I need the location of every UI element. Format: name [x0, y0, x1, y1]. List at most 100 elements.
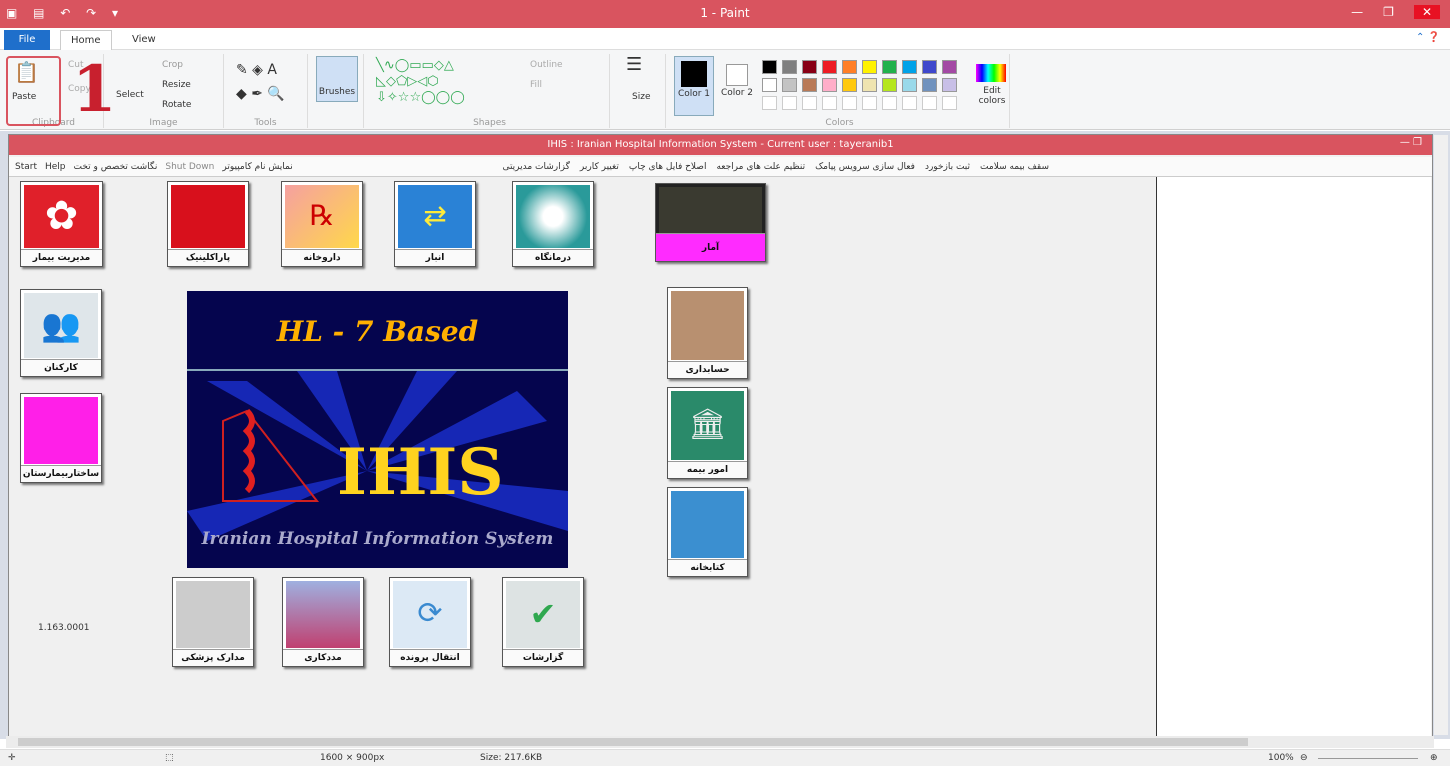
color-swatch[interactable]	[882, 78, 897, 92]
size-lines-icon[interactable]: ☰	[626, 56, 642, 74]
fill-button[interactable]: Fill	[530, 80, 542, 90]
menu-bed-mapping[interactable]: نگاشت تخصص و تخت	[74, 157, 158, 177]
empty-swatch[interactable]	[762, 96, 777, 110]
empty-swatch[interactable]	[842, 96, 857, 110]
help-icon[interactable]: ⌃ ❓	[1416, 32, 1440, 43]
tile-clinic[interactable]: درمانگاه	[512, 181, 594, 267]
empty-swatch[interactable]	[782, 96, 797, 110]
color-swatch[interactable]	[782, 78, 797, 92]
menu-change-user[interactable]: تغییر کاربر	[580, 157, 619, 177]
size-group: ☰ Size	[616, 54, 666, 128]
menu-sms[interactable]: فعال سازی سرویس پیامک	[815, 157, 915, 177]
color-swatch[interactable]	[802, 60, 817, 74]
tile-paraclinic[interactable]: پاراکلینیک	[167, 181, 249, 267]
close-icon[interactable]: ✕	[1413, 5, 1440, 19]
scroll-thumb[interactable]	[18, 738, 1248, 746]
zoom-slider[interactable]	[1318, 758, 1418, 759]
color2-button[interactable]: Color 2	[720, 88, 754, 98]
file-transfer-icon: ⟳	[393, 581, 467, 648]
empty-swatch[interactable]	[822, 96, 837, 110]
brushes-group: Brushes	[312, 54, 364, 128]
tile-medical-records[interactable]: مدارک پزشکی	[172, 577, 254, 667]
tile-file-transfer[interactable]: ⟳ انتقال پرونده	[389, 577, 471, 667]
color2-swatch	[726, 64, 748, 86]
color1-button[interactable]: Color 1	[675, 89, 713, 99]
minimize-icon[interactable]: —	[1351, 5, 1363, 19]
menu-print-files[interactable]: اصلاح فایل های چاپ	[629, 157, 707, 177]
color-swatch[interactable]	[922, 60, 937, 74]
menu-shutdown[interactable]: Shut Down	[165, 157, 214, 177]
empty-swatch[interactable]	[942, 96, 957, 110]
color-swatch[interactable]	[942, 60, 957, 74]
ihis-banner: HL - 7 Based IHIS Iranian Hospital Infor…	[187, 291, 568, 568]
tab-file[interactable]: File	[4, 30, 50, 50]
tile-statistics[interactable]: آمار	[655, 183, 766, 262]
horizontal-scrollbar[interactable]	[6, 736, 1434, 748]
color-swatch[interactable]	[922, 78, 937, 92]
tile-insurance[interactable]: 🏛 امور بیمه	[667, 387, 748, 479]
color-swatch[interactable]	[842, 60, 857, 74]
menu-insurance-cap[interactable]: سقف بیمه سلامت	[980, 157, 1049, 177]
vertical-scrollbar[interactable]	[1434, 135, 1448, 735]
crop-button[interactable]: Crop	[162, 60, 183, 70]
color-swatch[interactable]	[802, 78, 817, 92]
color-swatch[interactable]	[842, 78, 857, 92]
tile-library[interactable]: کتابخانه	[667, 487, 748, 577]
tile-label: امور بیمه	[668, 461, 747, 478]
eraser-icon[interactable]: ◆ ✒ 🔍	[236, 86, 285, 102]
title-bar: ▣ ▤ ↶ ↷ ▾ 1 - Paint — ❐ ✕	[0, 0, 1450, 28]
empty-swatch[interactable]	[922, 96, 937, 110]
select-button[interactable]: Select	[116, 90, 144, 100]
color-swatch[interactable]	[762, 60, 777, 74]
tab-home[interactable]: Home	[60, 30, 112, 50]
window-controls[interactable]: — ❐ ✕	[1351, 5, 1440, 19]
menu-visit-reasons[interactable]: تنظیم علت های مراجعه	[716, 157, 805, 177]
color-swatch[interactable]	[902, 78, 917, 92]
color-swatch[interactable]	[862, 60, 877, 74]
color-swatch[interactable]	[822, 60, 837, 74]
tile-accounting[interactable]: حسابداری	[667, 287, 748, 379]
pencil-icon[interactable]: ✎ ◈ A	[236, 62, 277, 78]
tools-group: ✎ ◈ A ◆ ✒ 🔍 Tools	[224, 54, 308, 128]
zoom-out-icon[interactable]: ⊖	[1300, 750, 1308, 767]
color-swatch[interactable]	[942, 78, 957, 92]
empty-swatch[interactable]	[902, 96, 917, 110]
empty-swatch[interactable]	[882, 96, 897, 110]
selection-icon: ⬚	[165, 753, 174, 763]
empty-swatch[interactable]	[802, 96, 817, 110]
resize-button[interactable]: Resize	[162, 80, 191, 90]
menu-start[interactable]: Start	[15, 157, 37, 177]
color-swatch[interactable]	[782, 60, 797, 74]
brushes-button[interactable]: Brushes	[316, 56, 358, 102]
tile-label: مددکاری	[283, 649, 363, 666]
empty-swatch[interactable]	[862, 96, 877, 110]
size-button[interactable]: Size	[632, 92, 650, 102]
tile-social-work[interactable]: مددکاری	[282, 577, 364, 667]
color-swatch[interactable]	[862, 78, 877, 92]
tile-label: حسابداری	[668, 361, 747, 378]
menu-management-reports[interactable]: گزارشات مدیریتی	[502, 157, 569, 177]
tile-patient-management[interactable]: ✿ مدیریت بیمار	[20, 181, 103, 267]
color-swatch[interactable]	[902, 60, 917, 74]
edit-colors-icon[interactable]	[976, 64, 1006, 82]
accounting-icon	[671, 291, 744, 360]
tile-staff[interactable]: 👥 کارکنان	[20, 289, 102, 377]
color-swatch[interactable]	[882, 60, 897, 74]
menu-feedback[interactable]: ثبت بازخورد	[925, 157, 970, 177]
rotate-button[interactable]: Rotate	[162, 100, 191, 110]
menu-help[interactable]: Help	[45, 157, 66, 177]
tab-view[interactable]: View	[122, 30, 166, 50]
color-swatch[interactable]	[822, 78, 837, 92]
color2-cell: Color 2	[720, 56, 754, 116]
tile-warehouse[interactable]: ⇄ انبار	[394, 181, 476, 267]
zoom-in-icon[interactable]: ⊕	[1430, 750, 1438, 767]
tile-pharmacy[interactable]: ℞ داروخانه	[281, 181, 363, 267]
tile-reports[interactable]: ✔ گزارشات	[502, 577, 584, 667]
edit-colors-button[interactable]: Edit colors	[978, 86, 1006, 106]
maximize-icon[interactable]: ❐	[1383, 5, 1394, 19]
tile-label: انبار	[395, 249, 475, 266]
outline-button[interactable]: Outline	[530, 60, 563, 70]
tile-hospital-structure[interactable]: ساختاربیمارستان	[20, 393, 102, 483]
color-swatch[interactable]	[762, 78, 777, 92]
shapes-gallery[interactable]: ╲∿◯▭▭◇△ ◺◇⬠▷◁⬡ ⇩✧☆☆◯◯◯	[376, 58, 465, 106]
